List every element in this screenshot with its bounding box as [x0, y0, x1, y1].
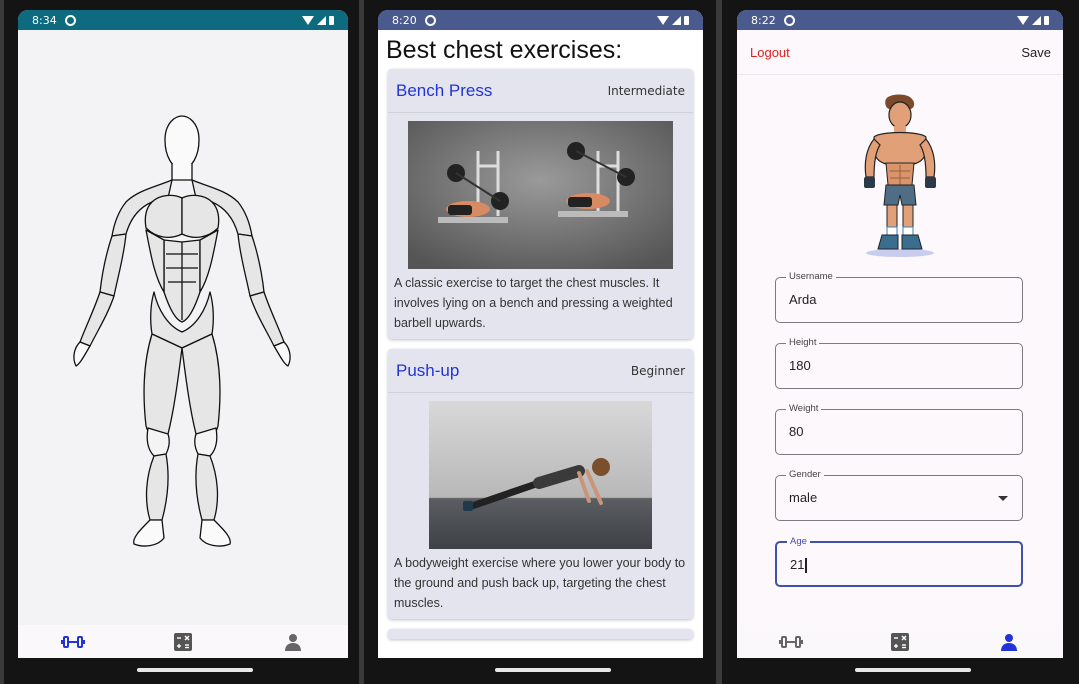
field-value-wrap: 21 — [790, 557, 807, 574]
battery-icon — [684, 15, 689, 25]
home-indicator[interactable] — [855, 668, 971, 672]
left-oblique[interactable] — [145, 229, 165, 293]
head[interactable] — [164, 115, 200, 171]
phone-body-map: 8:34 — [4, 0, 359, 684]
exercise-title: Bench Press — [396, 80, 493, 100]
weight-field[interactable]: Weight 80 — [775, 403, 1023, 455]
nav-calculator[interactable] — [128, 625, 238, 658]
field-label: Gender — [786, 469, 824, 480]
exercise-title: Push-up — [396, 360, 460, 380]
nav-exercises[interactable] — [18, 625, 128, 658]
sync-icon — [783, 14, 795, 26]
page-title: Best chest exercises: — [386, 36, 623, 64]
username-field[interactable]: Username Arda — [775, 271, 1023, 323]
difficulty-badge: Intermediate — [607, 83, 685, 98]
exercise-card-partial[interactable] — [388, 629, 693, 639]
status-bar: 8:22 — [737, 10, 1063, 30]
battery-icon — [1044, 15, 1049, 25]
field-label: Height — [786, 337, 820, 348]
dumbbell-icon — [779, 635, 804, 648]
height-field[interactable]: Height 180 — [775, 337, 1023, 389]
avatar — [864, 94, 936, 257]
signal-icon — [672, 15, 681, 25]
phone-exercises: 8:20 Best chest exercises: Bench Press I… — [364, 0, 716, 684]
field-label: Username — [786, 271, 836, 282]
bottom-navigation — [18, 625, 348, 658]
field-value: 21 — [790, 557, 805, 572]
left-forearm[interactable] — [79, 291, 115, 347]
nav-calculator[interactable] — [846, 625, 955, 658]
exercise-description: A classic exercise to target the chest m… — [394, 276, 673, 330]
field-value: 180 — [789, 358, 811, 373]
gender-dropdown[interactable]: Gender male — [775, 469, 1023, 521]
body-muscle-map[interactable] — [18, 30, 348, 625]
logout-button[interactable]: Logout — [750, 45, 790, 60]
battery-icon — [329, 15, 334, 25]
nav-exercises[interactable] — [737, 625, 846, 658]
field-value: Arda — [789, 292, 817, 307]
right-forearm[interactable] — [249, 291, 285, 347]
difficulty-badge: Beginner — [630, 363, 685, 378]
wifi-icon — [657, 15, 669, 25]
signal-icon — [1032, 15, 1041, 25]
push-up-image — [429, 401, 652, 549]
nav-profile[interactable] — [238, 625, 348, 658]
text-caret — [805, 558, 807, 574]
sync-icon — [424, 14, 436, 26]
dropdown-arrow-icon[interactable] — [998, 496, 1008, 501]
left-quad[interactable] — [143, 333, 183, 441]
person-icon — [285, 633, 301, 651]
nav-profile[interactable] — [954, 625, 1063, 658]
status-time: 8:34 — [32, 13, 57, 27]
field-label: Age — [787, 536, 810, 547]
left-bicep[interactable] — [99, 233, 127, 297]
calculator-icon — [891, 632, 909, 651]
right-calf[interactable] — [195, 453, 219, 521]
wifi-icon — [302, 15, 314, 25]
status-time: 8:22 — [751, 13, 776, 27]
field-label: Weight — [786, 403, 822, 414]
top-app-bar: Logout Save — [737, 30, 1063, 75]
screen-profile: 8:22 Logout Save Username Arda Height 18… — [737, 10, 1063, 658]
field-value: male — [789, 490, 818, 505]
exercise-card[interactable]: Bench Press Intermediate A classic exerc… — [388, 69, 693, 339]
right-oblique[interactable] — [199, 229, 219, 293]
bench-press-image — [408, 121, 673, 269]
save-button[interactable]: Save — [1021, 45, 1051, 60]
card-header: Bench Press Intermediate — [388, 69, 693, 113]
signal-icon — [317, 15, 326, 25]
right-quad[interactable] — [181, 333, 221, 441]
calculator-icon — [174, 632, 192, 651]
status-bar: 8:20 — [378, 10, 703, 30]
screen-body-map: 8:34 — [18, 10, 348, 658]
stage: 8:34 8:20 Best chest exercises: Bench Pr… — [0, 0, 1079, 684]
exercise-card[interactable]: Push-up Beginner A bodyweight exercise w… — [388, 349, 693, 619]
status-time: 8:20 — [392, 13, 417, 27]
right-bicep[interactable] — [237, 233, 265, 297]
person-icon — [1000, 633, 1017, 651]
status-bar: 8:34 — [18, 10, 348, 30]
card-header: Push-up Beginner — [388, 349, 693, 393]
field-value: 80 — [789, 424, 804, 439]
home-indicator[interactable] — [495, 668, 611, 672]
phone-profile: 8:22 Logout Save Username Arda Height 18… — [722, 0, 1079, 684]
dumbbell-icon — [61, 635, 85, 648]
bottom-navigation — [737, 625, 1063, 658]
screen-exercises: 8:20 Best chest exercises: Bench Press I… — [378, 10, 703, 658]
age-field[interactable]: Age 21 — [775, 536, 1023, 587]
sync-icon — [64, 14, 76, 26]
home-indicator[interactable] — [137, 668, 253, 672]
exercise-description: A bodyweight exercise where you lower yo… — [394, 556, 686, 610]
left-calf[interactable] — [145, 453, 169, 521]
wifi-icon — [1017, 15, 1029, 25]
